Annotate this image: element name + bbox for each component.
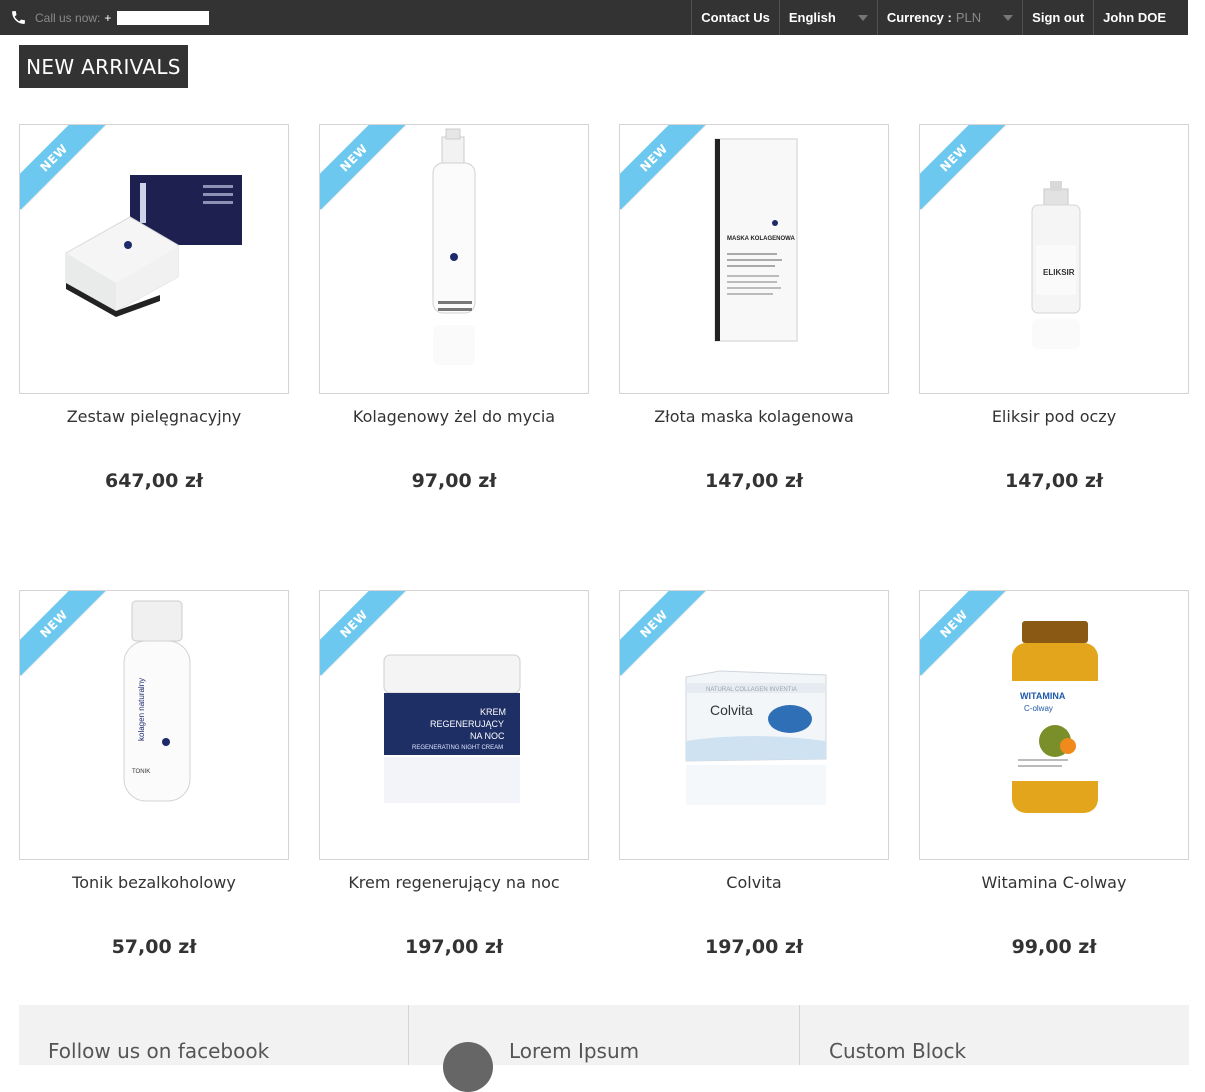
product-name[interactable]: Colvita bbox=[619, 873, 889, 892]
product-price: 97,00 zł bbox=[411, 470, 497, 492]
product-card[interactable]: NEW Kolagenowy żel do mycia 97,00 zł bbox=[319, 124, 589, 492]
language-label: English bbox=[788, 10, 836, 25]
tonik-text: TONIK bbox=[132, 769, 150, 775]
currency-label: Currency : bbox=[886, 10, 952, 25]
product-image[interactable]: NEW bbox=[19, 124, 289, 394]
top-nav: Contact Us English Currency : PLN Sign ou… bbox=[691, 0, 1182, 35]
product-image[interactable]: WITAMINA C-olway NEW bbox=[919, 590, 1189, 860]
user-name: John DOE bbox=[1103, 10, 1166, 25]
product-name[interactable]: Złota maska kolagenowa bbox=[619, 407, 889, 426]
product-name[interactable]: Krem regenerujący na noc bbox=[319, 873, 589, 892]
product-image[interactable]: NATURAL COLLAGEN INVENTIA Colvita NEW bbox=[619, 590, 889, 860]
product-card[interactable]: KREM REGENERUJĄCY NA NOC REGENERATING NI… bbox=[319, 590, 589, 958]
product-card[interactable]: NATURAL COLLAGEN INVENTIA Colvita NEW Co… bbox=[619, 590, 889, 958]
product-price: 197,00 zł bbox=[404, 936, 504, 958]
colvita-brand: NATURAL COLLAGEN INVENTIA bbox=[706, 687, 797, 693]
product-card[interactable]: kolagen naturalny TONIK NEW Tonik bezalk… bbox=[19, 590, 289, 958]
colvita-logo: Colvita bbox=[710, 702, 753, 718]
product-image[interactable]: MASKA KOLAGENOWA NEW bbox=[619, 124, 889, 394]
krem-text-2: REGENERUJĄCY bbox=[430, 719, 504, 729]
product-card[interactable]: WITAMINA C-olway NEW Witamina C-olway 99… bbox=[919, 590, 1189, 958]
top-bar-edge bbox=[1188, 0, 1205, 35]
mask-title: MASKA KOLAGENOWA bbox=[727, 236, 795, 242]
call-number: + bbox=[104, 10, 112, 25]
contact-us-label: Contact Us bbox=[701, 10, 770, 25]
krem-text-3: NA NOC bbox=[470, 731, 505, 741]
call-label: Call us now: bbox=[35, 10, 101, 25]
contact-us-link[interactable]: Contact Us bbox=[691, 0, 779, 35]
product-price: 197,00 zł bbox=[704, 936, 804, 958]
product-image[interactable]: NEW bbox=[319, 124, 589, 394]
redacted-number bbox=[117, 10, 210, 25]
product-card[interactable]: NEW Zestaw pielęgnacyjny 647,00 zł bbox=[19, 124, 289, 492]
chevron-down-icon bbox=[857, 14, 868, 21]
phone-icon bbox=[12, 11, 25, 24]
product-name[interactable]: Witamina C-olway bbox=[919, 873, 1189, 892]
section-title: NEW ARRIVALS bbox=[19, 45, 188, 88]
top-bar: Call us now: + Contact Us English Curren… bbox=[0, 0, 1205, 35]
account-link[interactable]: John DOE bbox=[1093, 0, 1182, 35]
product-price: 57,00 zł bbox=[111, 936, 197, 958]
krem-text-1: KREM bbox=[480, 707, 506, 717]
chevron-down-icon bbox=[1003, 14, 1014, 21]
product-image[interactable]: kolagen naturalny TONIK NEW bbox=[19, 590, 289, 860]
footer-custom-title: Custom Block bbox=[829, 1039, 967, 1063]
product-name[interactable]: Kolagenowy żel do mycia bbox=[319, 407, 589, 426]
product-image[interactable]: KREM REGENERUJĄCY NA NOC REGENERATING NI… bbox=[319, 590, 589, 860]
call-us: Call us now: + bbox=[10, 0, 210, 35]
footer-divider bbox=[408, 1005, 409, 1065]
footer-lorem-title: Lorem Ipsum bbox=[509, 1039, 640, 1063]
product-card[interactable]: MASKA KOLAGENOWA NEW Złota maska kolagen… bbox=[619, 124, 889, 492]
colway-text: C-olway bbox=[1024, 704, 1053, 713]
footer-facebook-title: Follow us on facebook bbox=[48, 1039, 270, 1063]
footer-divider bbox=[799, 1005, 800, 1065]
footer-icon bbox=[443, 1042, 493, 1092]
product-name[interactable]: Eliksir pod oczy bbox=[919, 407, 1189, 426]
krem-text-en: REGENERATING NIGHT CREAM bbox=[412, 745, 503, 751]
currency-value: PLN bbox=[955, 10, 982, 25]
footer-blocks: Follow us on facebook Lorem Ipsum Custom… bbox=[19, 1005, 1189, 1092]
eliksir-text: ELIKSIR bbox=[1043, 268, 1075, 277]
witamina-text: WITAMINA bbox=[1020, 691, 1066, 701]
product-price: 147,00 zł bbox=[704, 470, 804, 492]
product-name[interactable]: Zestaw pielęgnacyjny bbox=[19, 407, 289, 426]
sign-out-label: Sign out bbox=[1032, 10, 1085, 25]
product-price: 99,00 zł bbox=[1011, 936, 1097, 958]
product-price: 647,00 zł bbox=[104, 470, 204, 492]
sign-out-link[interactable]: Sign out bbox=[1022, 0, 1093, 35]
product-price: 147,00 zł bbox=[1004, 470, 1104, 492]
bottle-brand-text: kolagen naturalny bbox=[137, 678, 146, 741]
product-card[interactable]: ELIKSIR NEW Eliksir pod oczy 147,00 zł bbox=[919, 124, 1189, 492]
language-selector[interactable]: English bbox=[778, 0, 877, 35]
product-name[interactable]: Tonik bezalkoholowy bbox=[19, 873, 289, 892]
product-image[interactable]: ELIKSIR NEW bbox=[919, 124, 1189, 394]
currency-selector[interactable]: Currency : PLN bbox=[876, 0, 1022, 35]
